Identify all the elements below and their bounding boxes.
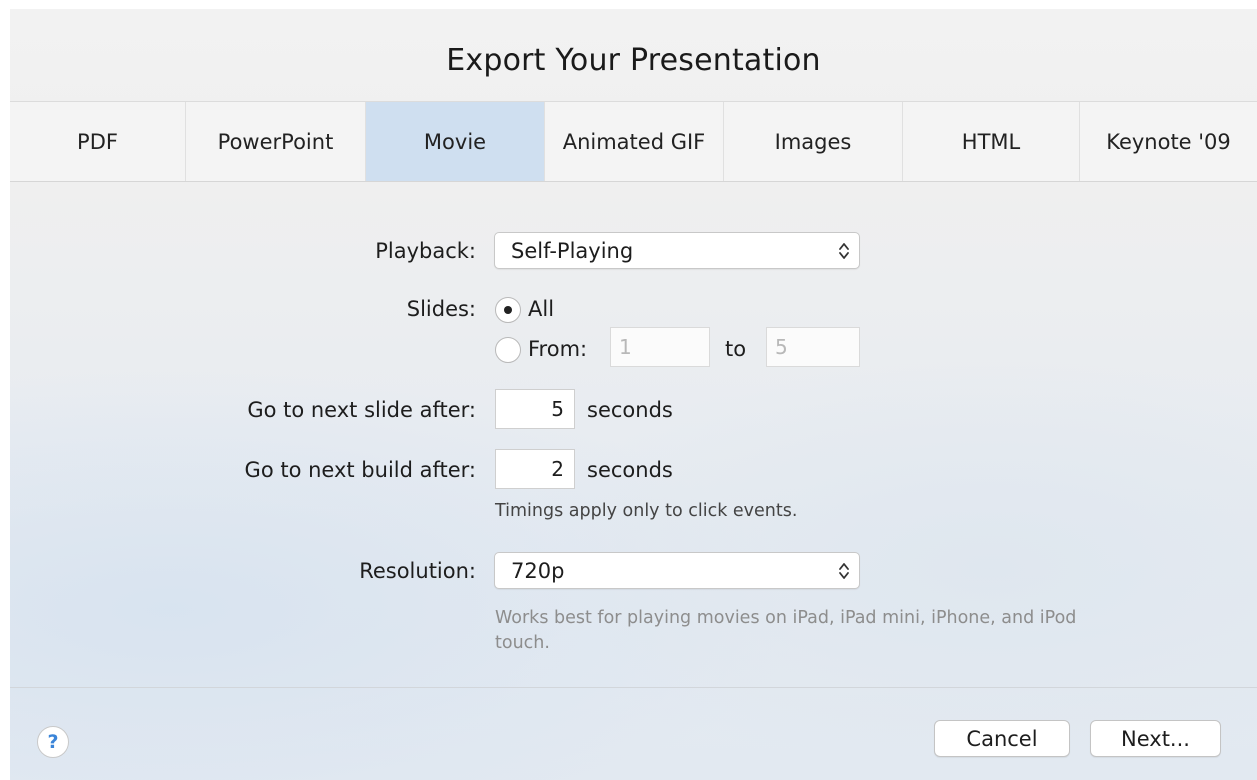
slides-label: Slides: <box>406 297 476 321</box>
tab-html[interactable]: HTML <box>903 102 1080 181</box>
tab-label: HTML <box>961 129 1021 154</box>
next-slide-seconds-field[interactable]: 5 <box>495 389 575 429</box>
help-button[interactable]: ? <box>37 726 69 758</box>
dialog-title: Export Your Presentation <box>446 43 821 78</box>
next-slide-unit: seconds <box>587 398 673 422</box>
up-down-chevron-icon <box>839 243 849 259</box>
tab-label: Movie <box>423 129 487 154</box>
tab-pdf[interactable]: PDF <box>10 102 186 181</box>
timing-note: Timings apply only to click events. <box>495 501 798 521</box>
slides-all-label: All <box>528 297 555 321</box>
next-build-label: Go to next build after: <box>244 458 476 482</box>
tab-animated-gif[interactable]: Animated GIF <box>545 102 724 181</box>
tab-movie[interactable]: Movie <box>366 102 545 181</box>
resolution-label: Resolution: <box>359 559 476 583</box>
slides-all-radio[interactable] <box>495 297 521 323</box>
up-down-chevron-icon <box>839 563 849 579</box>
export-format-tabs: PDF PowerPoint Movie Animated GIF Images… <box>10 101 1257 182</box>
playback-label: Playback: <box>375 239 476 263</box>
radio-selected-dot <box>504 306 512 314</box>
resolution-note: Works best for playing movies on iPad, i… <box>495 608 1077 653</box>
slides-from-radio[interactable] <box>495 337 521 363</box>
cancel-button[interactable]: Cancel <box>934 720 1070 757</box>
next-slide-label: Go to next slide after: <box>247 398 476 422</box>
export-dialog: Export Your Presentation PDF PowerPoint … <box>10 9 1257 780</box>
tab-images[interactable]: Images <box>724 102 903 181</box>
tab-label: Images <box>774 129 852 154</box>
next-build-seconds-field[interactable]: 2 <box>495 449 575 489</box>
question-mark-icon: ? <box>47 731 59 753</box>
playback-value: Self-Playing <box>511 238 634 263</box>
next-build-unit: seconds <box>587 458 673 482</box>
next-button[interactable]: Next... <box>1090 720 1221 757</box>
playback-popup[interactable]: Self-Playing <box>494 232 860 269</box>
slides-from-label: From: <box>528 337 588 361</box>
tab-keynote-09[interactable]: Keynote '09 <box>1080 102 1257 181</box>
tab-label: PowerPoint <box>217 129 334 154</box>
tab-label: PDF <box>77 129 118 154</box>
tab-label: Keynote '09 <box>1106 129 1231 154</box>
tab-powerpoint[interactable]: PowerPoint <box>186 102 366 181</box>
resolution-value: 720p <box>511 558 565 583</box>
resolution-popup[interactable]: 720p <box>494 552 860 589</box>
footer-divider <box>10 687 1257 688</box>
slides-to-field[interactable]: 5 <box>766 327 860 367</box>
slides-from-field[interactable]: 1 <box>610 327 710 367</box>
tab-label: Animated GIF <box>562 129 706 154</box>
slides-to-label: to <box>725 337 747 361</box>
